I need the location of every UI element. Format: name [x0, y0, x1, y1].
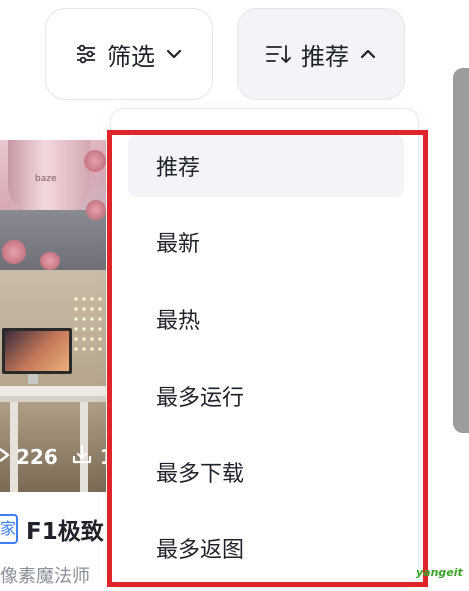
- sort-option-recommended[interactable]: 推荐: [128, 135, 404, 197]
- sort-option-label: 最多返图: [156, 538, 245, 563]
- sort-option-label: 推荐: [156, 156, 201, 181]
- sort-dropdown-menu: 推荐 最新 最热 最多运行 最多下载 最多返图: [110, 108, 419, 588]
- rose: [2, 240, 26, 264]
- sort-option-hottest[interactable]: 最热: [128, 288, 404, 350]
- sort-label: 推荐: [301, 42, 349, 71]
- sort-option-label: 最热: [156, 309, 201, 334]
- sort-option-newest[interactable]: 最新: [128, 211, 404, 273]
- sort-option-most-downloads[interactable]: 最多下载: [128, 441, 404, 503]
- rose: [40, 252, 60, 270]
- sort-option-label: 最新: [156, 232, 201, 257]
- card-tag: 家: [0, 514, 18, 544]
- download-count: 1: [100, 445, 106, 469]
- sort-option-most-returned-images[interactable]: 最多返图: [128, 517, 404, 579]
- monitor-stand: [28, 374, 38, 384]
- scrollbar[interactable]: [453, 68, 469, 433]
- desk-top: [0, 386, 106, 396]
- string-lights: [72, 294, 102, 354]
- chevron-down-icon: [165, 45, 183, 63]
- filter-label: 筛选: [107, 42, 155, 71]
- product-logo-text: baze: [35, 174, 57, 184]
- watermark: yangeit: [416, 566, 463, 579]
- sliders-icon: [75, 43, 97, 65]
- rose: [86, 200, 106, 220]
- chevron-up-icon: [359, 45, 377, 63]
- sort-option-label: 最多下载: [156, 462, 245, 487]
- card-author[interactable]: 像素魔法师: [0, 562, 90, 588]
- view-count: 226: [16, 445, 58, 469]
- card-image[interactable]: 226 1: [0, 270, 106, 492]
- monitor: [2, 328, 72, 374]
- sort-option-label: 最多运行: [156, 386, 245, 411]
- rose: [84, 150, 106, 172]
- sort-descending-icon: [265, 43, 291, 65]
- sort-button[interactable]: 推荐: [237, 8, 405, 100]
- filter-button[interactable]: 筛选: [45, 8, 213, 100]
- card-title[interactable]: F1极致: [26, 512, 104, 546]
- sort-option-most-runs[interactable]: 最多运行: [128, 365, 404, 427]
- download-icon: [70, 443, 94, 472]
- card-stats: 226 1: [0, 442, 106, 472]
- play-icon: [0, 445, 10, 470]
- card-image[interactable]: baze: [0, 140, 106, 270]
